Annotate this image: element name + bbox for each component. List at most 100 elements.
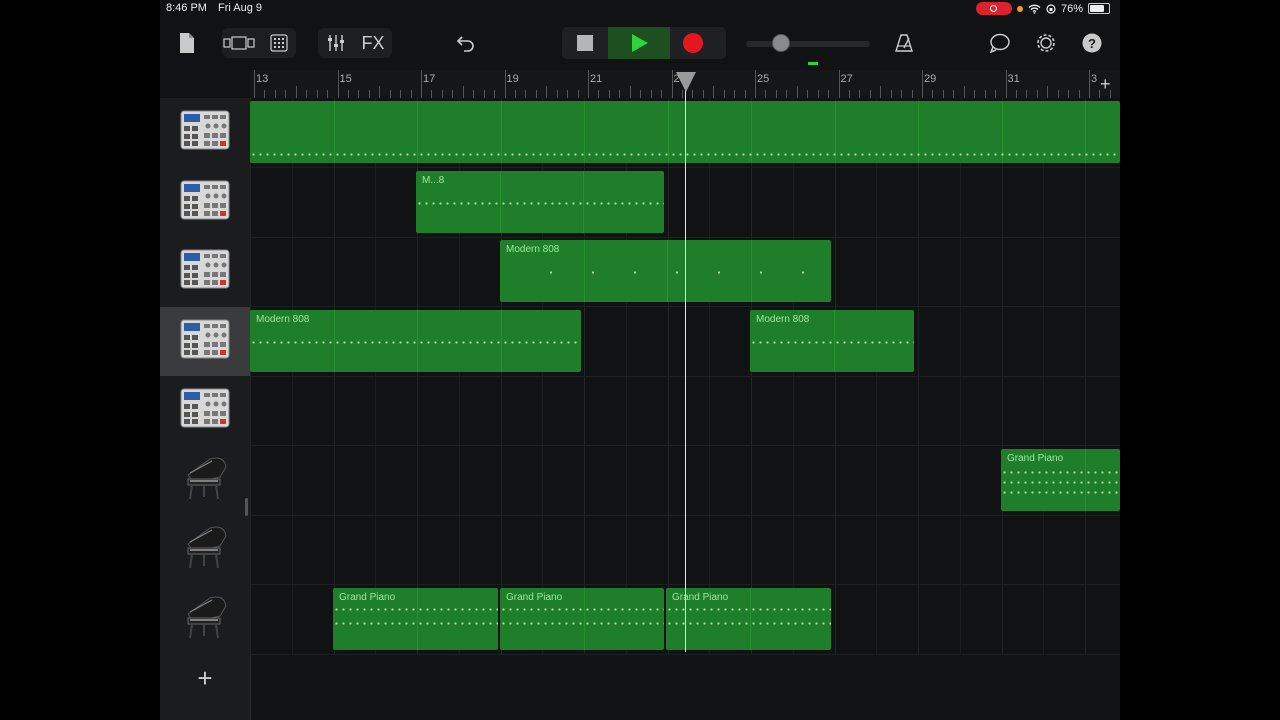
loop-icon [989,33,1010,53]
ruler-tick [755,70,756,98]
ruler-tick [567,90,569,98]
ruler-tick [671,70,673,98]
undo-button[interactable] [452,28,480,58]
region-loop-divider [416,587,418,650]
region[interactable]: Grand Piano [333,587,498,650]
ruler-tick [775,90,777,98]
track-header[interactable] [160,168,250,237]
ruler-tick [588,70,589,98]
ruler-tick [379,86,381,98]
ruler-tick [723,90,725,98]
midi-notes [1001,470,1120,474]
track-header[interactable] [160,446,250,515]
mixer-button[interactable] [322,28,350,58]
help-button[interactable]: ? [1078,28,1106,58]
master-volume-slider[interactable] [746,41,870,47]
my-songs-button[interactable] [174,28,200,58]
stop-button[interactable] [570,28,600,58]
midi-notes [416,201,664,205]
add-section-button[interactable]: + [1100,74,1111,95]
region[interactable]: Modern 808 [750,309,914,372]
ruler-tick [1068,90,1070,98]
document-icon [180,33,194,53]
record-icon [683,33,703,53]
midi-notes [530,271,831,274]
ruler-tick [535,90,537,98]
region[interactable]: Modern 808 [250,309,581,372]
ruler-tick [828,90,830,98]
ruler-tick [880,86,882,98]
region-label: Grand Piano [1007,452,1064,464]
metronome-button[interactable] [890,28,918,58]
region-label: Modern 808 [256,313,310,325]
region-label: Modern 808 [506,244,560,255]
ruler-tick [306,90,308,98]
garageband-app: 8:46 PM Fri Aug 9 76% FX ? 13 15 17 19 2… [160,0,1120,720]
region[interactable]: Grand Piano [1001,448,1120,511]
battery-icon [1088,3,1110,14]
ruler-tick [295,86,297,98]
ruler-bar-number: 25 [757,73,770,85]
track-header[interactable] [160,98,250,167]
ruler-tick [327,90,329,98]
settings-button[interactable] [1032,28,1060,58]
midi-notes [333,621,498,625]
ruler-tick [953,90,955,98]
tracks-grid-button[interactable] [266,28,292,58]
playhead[interactable] [685,74,686,652]
add-track-button[interactable]: + [193,663,217,693]
region[interactable]: Modern 808 [500,240,831,302]
drum-machine-icon [180,388,230,433]
midi-notes [250,340,581,344]
region[interactable]: Grand Piano [500,587,664,650]
grid-icon [270,34,288,52]
ruler-tick [546,86,548,98]
undo-icon [456,36,474,52]
ruler-bar-number: 19 [506,73,519,85]
ruler-tick [608,90,610,98]
ruler-tick [807,90,809,98]
playhead-handle[interactable] [676,72,696,92]
ruler-tick [629,86,631,98]
ruler-tick [744,90,746,98]
ruler-tick [274,90,276,98]
ruler-tick [974,90,976,98]
ruler-tick [421,70,422,98]
region[interactable]: Grand Piano [666,587,831,650]
drum-machine-icon [180,110,230,155]
region-label: Grand Piano [672,591,729,603]
track-header[interactable] [160,585,250,654]
svg-text:?: ? [1088,36,1096,51]
ruler-tick [1057,90,1059,98]
view-toggle-button[interactable] [222,28,258,58]
play-button[interactable] [624,28,654,58]
region-loop-divider [749,587,751,650]
play-icon [632,34,648,52]
record-button[interactable] [678,28,708,58]
ruler-tick [494,90,496,98]
midi-notes [1001,490,1120,494]
ruler-tick [963,86,965,98]
track-header[interactable] [160,237,250,306]
orientation-lock-icon [1046,3,1056,14]
track-header[interactable] [160,306,250,376]
ruler-tick [1078,90,1080,98]
grand-piano-icon [180,522,230,577]
ruler-bar-number: 31 [1007,73,1020,85]
ruler-tick [702,90,704,98]
region[interactable]: M...8 [416,170,664,233]
region-loop-divider [1084,448,1086,511]
ruler-tick [264,90,266,98]
ruler-tick [817,90,819,98]
track-header[interactable] [160,376,250,445]
track-header[interactable] [160,515,250,584]
ruler-tick [254,70,255,98]
loop-browser-button[interactable] [986,28,1014,58]
region-label: M...8 [422,174,445,186]
volume-knob[interactable] [772,34,790,52]
fx-button[interactable]: FX [358,28,388,58]
metronome-icon [895,34,913,52]
ruler-tick [650,90,652,98]
ruler-tick [337,70,339,98]
ruler-bar-number: 21 [590,73,603,85]
